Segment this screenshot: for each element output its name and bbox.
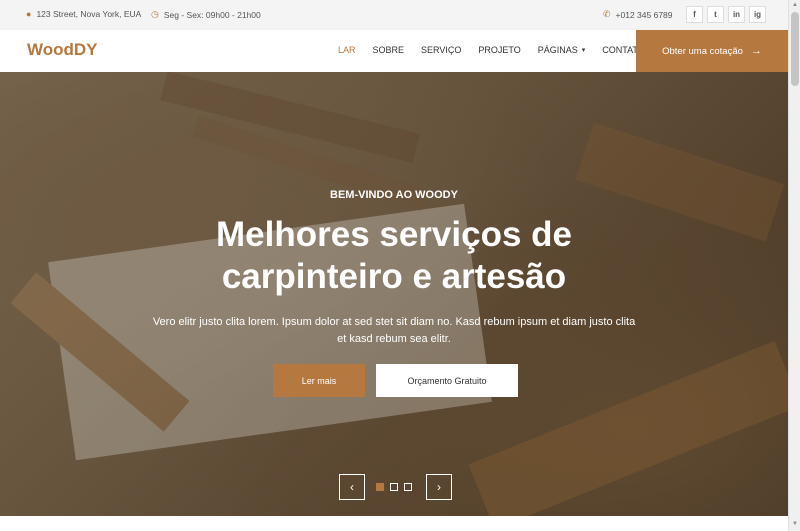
hours-info: ◷ Seg - Sex: 09h00 - 21h00 xyxy=(151,9,261,20)
top-bar: ● 123 Street, Nova York, EUA ◷ Seg - Sex… xyxy=(0,0,788,30)
read-more-button[interactable]: Ler mais xyxy=(273,364,365,397)
hero-title-line-1: Melhores serviços de xyxy=(216,215,572,254)
get-quote-button[interactable]: Obter uma cotação → xyxy=(636,30,788,72)
brand-logo[interactable]: WoodDY xyxy=(27,40,98,60)
hero-carousel: BEM-VINDO AO WOODY Melhores serviços de … xyxy=(0,72,788,516)
nav-item-about[interactable]: SOBRE xyxy=(373,45,405,55)
map-marker-icon: ● xyxy=(26,9,32,19)
scrollbar-thumb[interactable] xyxy=(791,12,799,86)
hero-subtitle: BEM-VINDO AO WOODY xyxy=(330,189,458,201)
phone-icon: ✆ xyxy=(603,9,611,19)
hours-text: Seg - Sex: 09h00 - 21h00 xyxy=(163,9,261,20)
scroll-up-icon[interactable]: ▲ xyxy=(791,2,799,10)
phone-info: ✆ +012 345 6789 xyxy=(603,9,673,20)
page-bottom-strip xyxy=(0,516,788,531)
phone-text: +012 345 6789 xyxy=(615,9,673,20)
main-menu: LAR SOBRE SERVIÇO PROJETO PÁGINAS ▾ CONT… xyxy=(338,45,662,55)
nav-item-home[interactable]: LAR xyxy=(338,45,356,55)
address-info: ● 123 Street, Nova York, EUA xyxy=(26,9,141,19)
get-quote-label: Obter uma cotação xyxy=(662,45,743,57)
instagram-icon[interactable]: ig xyxy=(749,6,766,23)
nav-item-pages[interactable]: PÁGINAS ▾ xyxy=(538,45,586,55)
address-text: 123 Street, Nova York, EUA xyxy=(36,9,142,19)
navbar: WoodDY LAR SOBRE SERVIÇO PROJETO PÁGINAS… xyxy=(0,30,788,72)
scroll-down-icon[interactable]: ▼ xyxy=(791,521,799,529)
nav-item-project[interactable]: PROJETO xyxy=(478,45,520,55)
chevron-left-icon: ‹ xyxy=(350,480,354,494)
hero-title-line-2: carpinteiro e artesão xyxy=(221,257,567,296)
linkedin-icon[interactable]: in xyxy=(728,6,745,23)
carousel-indicators xyxy=(376,483,412,491)
social-links: f t in ig xyxy=(686,6,766,23)
chevron-down-icon: ▾ xyxy=(581,47,586,54)
hero-title: Melhores serviços de carpinteiro e artes… xyxy=(0,214,788,298)
free-quote-button[interactable]: Orçamento Gratuito xyxy=(376,364,518,397)
twitter-icon[interactable]: t xyxy=(707,6,724,23)
carousel-dot-2[interactable] xyxy=(390,483,398,491)
carousel-dot-1[interactable] xyxy=(376,483,384,491)
facebook-icon[interactable]: f xyxy=(686,6,703,23)
nav-item-service[interactable]: SERVIÇO xyxy=(421,45,461,55)
clock-icon: ◷ xyxy=(151,9,159,19)
arrow-right-icon: → xyxy=(750,45,762,57)
hero-description: Vero elitr justo clita lorem. Ipsum dolo… xyxy=(152,316,636,345)
page-scrollbar[interactable]: ▲ ▼ xyxy=(788,0,800,531)
chevron-right-icon: › xyxy=(437,480,441,494)
carousel-dot-3[interactable] xyxy=(404,483,412,491)
nav-item-pages-label: PÁGINAS xyxy=(537,45,578,55)
carousel-next-button[interactable]: › xyxy=(426,474,452,500)
carousel-prev-button[interactable]: ‹ xyxy=(339,474,365,500)
